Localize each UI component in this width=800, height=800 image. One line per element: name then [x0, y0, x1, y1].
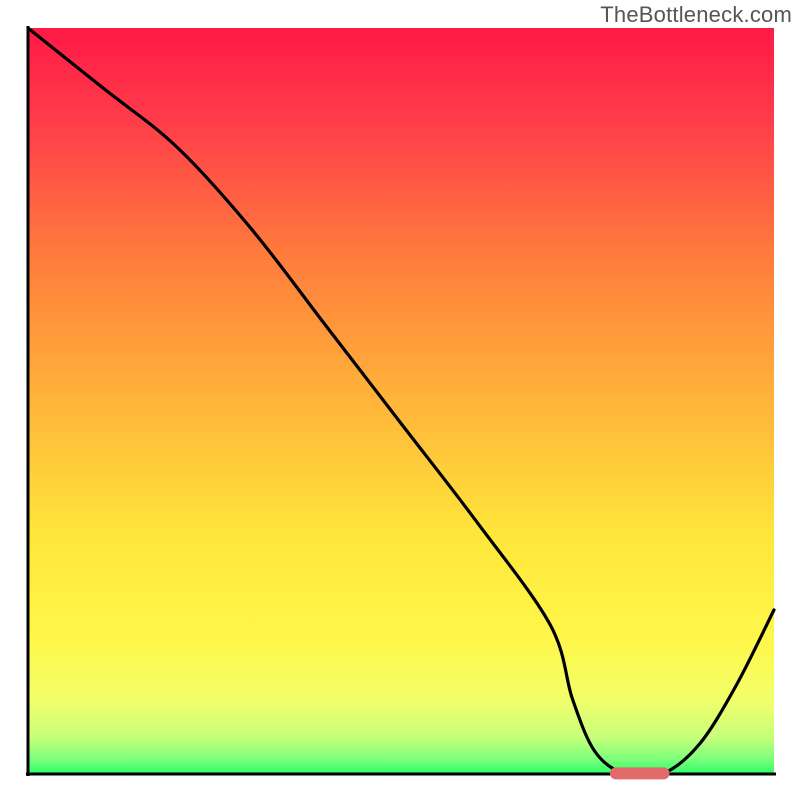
- bottleneck-chart: [0, 0, 800, 800]
- optimal-marker: [610, 767, 670, 779]
- watermark-text: TheBottleneck.com: [600, 2, 792, 28]
- chart-container: TheBottleneck.com: [0, 0, 800, 800]
- plot-background: [28, 28, 774, 774]
